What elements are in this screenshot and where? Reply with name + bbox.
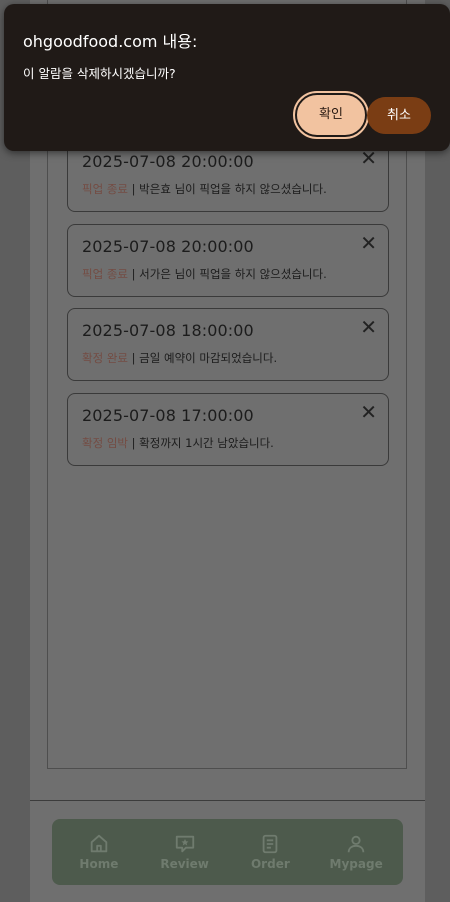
notification-category: 확정 완료 <box>82 351 128 365</box>
notification-message: 픽업 종료 | 서가은 님이 픽업을 하지 않으셨습니다. <box>82 266 327 282</box>
close-icon[interactable]: ✕ <box>360 402 377 422</box>
separator: | <box>127 436 140 450</box>
notification-time: 2025-07-08 18:00:00 <box>82 321 254 340</box>
dialog-title: ohgoodfood.com 내용: <box>23 32 198 51</box>
review-icon <box>175 835 194 853</box>
notification-text: 서가은 님이 픽업을 하지 않으셨습니다. <box>139 267 327 281</box>
close-icon[interactable]: ✕ <box>360 233 377 253</box>
confirm-dialog: ohgoodfood.com 내용: 이 알람을 삭제하시겠습니까? 확인 취소 <box>4 4 450 151</box>
nav-home[interactable]: Home <box>59 833 139 871</box>
cancel-button[interactable]: 취소 <box>367 97 431 134</box>
close-icon[interactable]: ✕ <box>360 148 377 168</box>
notification-time: 2025-07-08 20:00:00 <box>82 152 254 171</box>
notification-message: 픽업 종료 | 박은효 님이 픽업을 하지 않으셨습니다. <box>82 181 327 197</box>
separator: | <box>127 351 140 365</box>
notification-card: 2025-07-08 20:00:00 ✕ 픽업 종료 | 서가은 님이 픽업을… <box>67 224 389 297</box>
nav-label: Home <box>79 857 119 871</box>
nav-order[interactable]: Order <box>230 833 310 871</box>
notification-message: 확정 임박 | 확정까지 1시간 남았습니다. <box>82 435 274 451</box>
notification-card: 2025-07-08 17:00:00 ✕ 확정 임박 | 확정까지 1시간 남… <box>67 393 389 466</box>
nav-review[interactable]: Review <box>145 833 225 871</box>
notification-text: 확정까지 1시간 남았습니다. <box>139 436 274 450</box>
notification-message: 확정 완료 | 금일 예약이 마감되었습니다. <box>82 350 277 366</box>
close-icon[interactable]: ✕ <box>360 317 377 337</box>
separator: | <box>127 267 140 281</box>
notification-text: 금일 예약이 마감되었습니다. <box>139 351 278 365</box>
notification-category: 픽업 종료 <box>82 267 128 281</box>
nav-divider <box>30 800 425 801</box>
notification-category: 픽업 종료 <box>82 182 128 196</box>
notification-card: 2025-07-08 18:00:00 ✕ 확정 완료 | 금일 예약이 마감되… <box>67 308 389 381</box>
dialog-message: 이 알람을 삭제하시겠습니까? <box>23 66 176 81</box>
notification-category: 확정 임박 <box>82 436 128 450</box>
home-icon <box>90 834 108 853</box>
user-icon <box>347 835 365 853</box>
nav-label: Mypage <box>329 857 383 871</box>
nav-label: Review <box>160 857 209 871</box>
order-icon <box>263 834 278 854</box>
confirm-button[interactable]: 확인 <box>293 91 369 139</box>
separator: | <box>127 182 140 196</box>
bottom-nav: Home Review Order Mypage <box>52 819 403 885</box>
nav-label: Order <box>250 857 290 871</box>
notification-time: 2025-07-08 17:00:00 <box>82 406 254 425</box>
notification-text: 박은효 님이 픽업을 하지 않으셨습니다. <box>139 182 327 196</box>
notification-time: 2025-07-08 20:00:00 <box>82 237 254 256</box>
nav-mypage[interactable]: Mypage <box>316 833 396 871</box>
